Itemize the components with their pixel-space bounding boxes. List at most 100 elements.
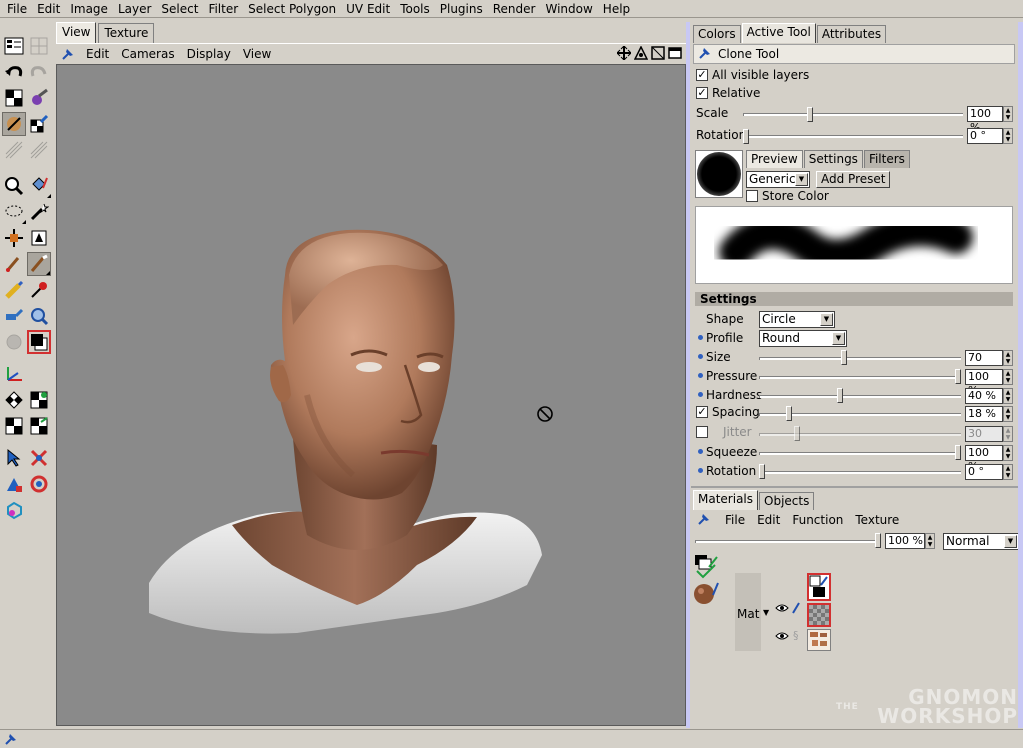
airbrush-icon[interactable] (2, 278, 26, 302)
materials-pin-icon[interactable] (697, 512, 711, 529)
circle-disabled-icon[interactable] (2, 330, 26, 354)
profile-dropdown[interactable]: Round ▼ (759, 330, 847, 347)
size-spinner[interactable]: ▲ ▼ (1003, 350, 1013, 366)
store-color-checkbox[interactable] (746, 190, 758, 202)
panel-splitter[interactable] (686, 22, 690, 728)
pressure-value[interactable]: 100 % (965, 369, 1003, 397)
tab-preview[interactable]: Preview (746, 150, 803, 168)
all-visible-layers-checkbox[interactable]: ✓ (696, 69, 708, 81)
menu-uv-edit[interactable]: UV Edit (341, 2, 395, 16)
brush-rotation-slider-thumb[interactable] (759, 464, 765, 479)
squeeze-slider-thumb[interactable] (955, 445, 961, 460)
tab-filters[interactable]: Filters (863, 150, 910, 168)
color-swatch-icon[interactable] (27, 330, 51, 354)
menu-render[interactable]: Render (488, 2, 541, 16)
paint-splash-icon[interactable] (27, 86, 51, 110)
eye-visible-2-icon[interactable] (775, 631, 789, 644)
panel-pin-icon[interactable] (56, 47, 80, 61)
zoom-view-icon[interactable] (651, 45, 665, 63)
size-slider-track[interactable] (759, 357, 961, 360)
scale-slider-thumb[interactable] (807, 107, 814, 122)
layer-opacity-value[interactable]: 100 % (885, 533, 925, 549)
layer-transparent-thumb[interactable] (807, 603, 831, 627)
menu-plugins[interactable]: Plugins (435, 2, 488, 16)
tab-materials[interactable]: Materials (693, 490, 759, 510)
pressure-slider-thumb[interactable] (955, 369, 961, 384)
view-menu-view[interactable]: View (237, 47, 277, 61)
tab-colors[interactable]: Colors (693, 25, 741, 43)
magnifier-icon[interactable] (2, 174, 26, 198)
checker-a-icon[interactable] (2, 414, 26, 438)
magic-wand-icon[interactable] (27, 200, 51, 224)
view-menu-edit[interactable]: Edit (80, 47, 115, 61)
pressure-slider-track[interactable] (759, 376, 961, 379)
hardness-slider-thumb[interactable] (837, 388, 844, 403)
brush-rotation-value[interactable]: 0 ° (965, 464, 1003, 480)
menu-select-polygon[interactable]: Select Polygon (243, 2, 341, 16)
brush-thumbnail[interactable] (695, 150, 743, 198)
menu-edit[interactable]: Edit (32, 2, 65, 16)
axis-gizmo-icon[interactable] (2, 362, 26, 386)
lasso-select-icon[interactable] (2, 200, 26, 224)
tab-settings[interactable]: Settings (803, 150, 863, 168)
squeeze-value[interactable]: 100 % (965, 445, 1003, 473)
stamp-magnify-icon[interactable] (27, 304, 51, 328)
undo-icon[interactable] (2, 60, 26, 84)
pipette-icon[interactable] (27, 278, 51, 302)
right-splitter[interactable] (1018, 22, 1023, 728)
menu-image[interactable]: Image (65, 2, 113, 16)
materials-menu-file[interactable]: File (719, 513, 751, 527)
link-icon[interactable]: § (793, 629, 799, 642)
jitter-value[interactable]: 30 (965, 426, 1003, 442)
paint-mode-icon[interactable] (2, 112, 26, 136)
grid-icon[interactable] (27, 34, 51, 58)
fill-bucket-icon[interactable] (27, 174, 51, 198)
transform-icon[interactable] (27, 226, 51, 250)
view-menu-display[interactable]: Display (181, 47, 237, 61)
relative-checkbox[interactable]: ✓ (696, 87, 708, 99)
scale-spinner[interactable]: ▲ ▼ (1003, 106, 1013, 122)
jitter-slider-track[interactable] (759, 433, 961, 436)
uv-checker-a-icon[interactable] (2, 388, 26, 412)
scale-tool-icon[interactable] (2, 472, 26, 496)
squeeze-spinner[interactable]: ▲ ▼ (1003, 445, 1013, 461)
layer-opacity-spinner[interactable]: ▲ ▼ (925, 533, 935, 549)
polygon-select-icon[interactable] (27, 446, 51, 470)
materials-menu-texture[interactable]: Texture (849, 513, 905, 527)
material-sphere-icon[interactable] (693, 581, 719, 607)
blend-mode-dropdown[interactable]: Normal ▼ (943, 533, 1019, 550)
selection-arrow-icon[interactable] (2, 446, 26, 470)
scale-value[interactable]: 100 % (967, 106, 1003, 134)
hardness-slider-track[interactable] (759, 395, 961, 398)
tab-active-tool[interactable]: Active Tool (741, 23, 816, 43)
materials-menu-edit[interactable]: Edit (751, 513, 786, 527)
materials-menu-function[interactable]: Function (786, 513, 849, 527)
tab-texture[interactable]: Texture (98, 23, 155, 43)
hardness-value[interactable]: 40 % (965, 388, 1003, 404)
move-tool-icon[interactable] (2, 226, 26, 250)
spacing-checkbox[interactable]: ✓ (696, 406, 708, 418)
rotate-tool-icon[interactable] (27, 472, 51, 496)
uv-checker-b-icon[interactable] (27, 388, 51, 412)
tab-view[interactable]: View (56, 22, 97, 43)
paint-lock-icon[interactable] (791, 601, 801, 618)
smudge-brush-icon[interactable] (27, 252, 51, 276)
menu-window[interactable]: Window (540, 2, 597, 16)
jitter-spinner[interactable]: ▲ ▼ (1003, 426, 1013, 442)
brush-rotation-spinner[interactable]: ▲ ▼ (1003, 464, 1013, 480)
color-channel-thumb[interactable] (807, 573, 831, 601)
checker-brush-icon[interactable] (27, 112, 51, 136)
spacing-spinner[interactable]: ▲ ▼ (1003, 406, 1013, 422)
shape-dropdown[interactable]: Circle ▼ (759, 311, 835, 328)
menu-help[interactable]: Help (598, 2, 635, 16)
rotation-spinner[interactable]: ▲ ▼ (1003, 128, 1013, 144)
pan-view-icon[interactable] (616, 45, 632, 63)
rotation-value[interactable]: 0 ° (967, 128, 1003, 144)
layout-icon[interactable] (2, 34, 26, 58)
checker-b-icon[interactable] (27, 414, 51, 438)
menu-layer[interactable]: Layer (113, 2, 156, 16)
texture-thumb[interactable] (807, 629, 831, 651)
view-menu-cameras[interactable]: Cameras (115, 47, 180, 61)
rotation-slider-thumb[interactable] (743, 129, 749, 144)
spacing-value[interactable]: 18 % (965, 406, 1003, 422)
